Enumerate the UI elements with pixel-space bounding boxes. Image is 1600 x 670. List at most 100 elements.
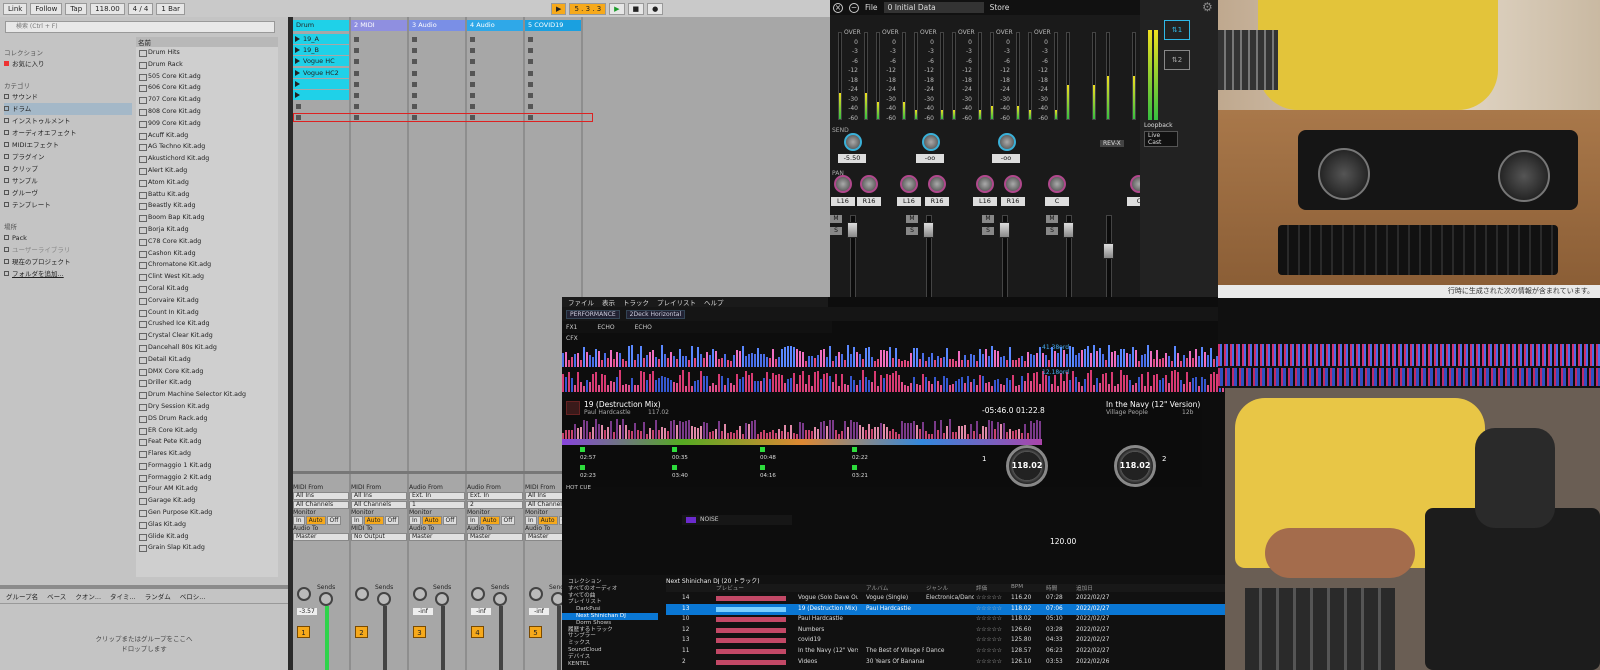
- follow-button[interactable]: Follow: [30, 2, 63, 15]
- hot-cue-marker[interactable]: [760, 465, 765, 470]
- send-knob[interactable]: [319, 592, 333, 606]
- clip-slot[interactable]: [296, 104, 301, 110]
- clip-slot[interactable]: [354, 81, 359, 87]
- pan-knob[interactable]: [413, 587, 427, 601]
- fx2-effect[interactable]: ECHO: [635, 324, 652, 331]
- monitor-in-button[interactable]: In: [409, 516, 421, 525]
- place-item[interactable]: フォルダを追加...: [4, 268, 132, 280]
- column-header[interactable]: 追加日: [1076, 584, 1093, 592]
- send-knob[interactable]: [844, 133, 862, 151]
- file-item[interactable]: AG Techno Kit.adg: [136, 141, 278, 153]
- file-item[interactable]: Crushed Ice Kit.adg: [136, 318, 278, 330]
- file-item[interactable]: Clint West Kit.adg: [136, 271, 278, 283]
- file-item[interactable]: Flares Kit.adg: [136, 448, 278, 460]
- place-item[interactable]: ユーザーライブラリ: [4, 244, 132, 256]
- clip-slot[interactable]: [470, 104, 475, 110]
- menu-item[interactable]: プレイリスト: [657, 297, 696, 307]
- pan-knob[interactable]: [297, 587, 311, 601]
- file-item[interactable]: 909 Core Kit.adg: [136, 118, 278, 130]
- channel-fader-cap[interactable]: [1103, 243, 1114, 259]
- monitor-auto-button[interactable]: Auto: [537, 516, 558, 525]
- clip[interactable]: 19_A: [293, 34, 349, 44]
- solo-button[interactable]: S: [906, 227, 918, 235]
- browser-search-input[interactable]: 検索 (Ctrl + F): [5, 21, 275, 33]
- file-item[interactable]: 505 Core Kit.adg: [136, 71, 278, 83]
- link-button[interactable]: Link: [3, 2, 28, 15]
- io-to-select[interactable]: No Output: [351, 533, 407, 541]
- file-item[interactable]: Drum Hits: [136, 47, 278, 59]
- clip-slot[interactable]: [470, 93, 475, 98]
- io-from-select[interactable]: All Ins: [351, 492, 407, 500]
- record-button[interactable]: ●: [647, 2, 664, 15]
- pan-knob[interactable]: [860, 175, 878, 193]
- category-item[interactable]: オーディオエフェクト: [4, 127, 132, 139]
- file-item[interactable]: Alert Kit.adg: [136, 165, 278, 177]
- file-item[interactable]: Cashon Kit.adg: [136, 248, 278, 260]
- loopback-select[interactable]: Live Cast: [1144, 131, 1178, 147]
- library-row[interactable]: 13 19 (Destruction Mix) Paul Hardcastle ☆☆☆…: [666, 603, 1226, 615]
- routing-icon[interactable]: ⇅1: [1164, 20, 1190, 40]
- clip-slot[interactable]: [470, 81, 475, 87]
- io-to-select[interactable]: Master: [467, 533, 523, 541]
- clip-slot[interactable]: [528, 37, 533, 42]
- track-header[interactable]: 5 COVID19: [525, 20, 581, 31]
- channel-fader-cap[interactable]: [847, 222, 858, 238]
- file-item[interactable]: Battu Kit.adg: [136, 189, 278, 201]
- tempo-field[interactable]: 118.00: [90, 2, 125, 15]
- row-rating[interactable]: ☆☆☆☆☆: [976, 614, 1002, 625]
- monitor-auto-button[interactable]: Auto: [363, 516, 384, 525]
- library-row[interactable]: 13 covid19 ☆☆☆☆☆ 125.80 04:33 2022/02/27: [666, 635, 1226, 646]
- column-header[interactable]: BPM: [1011, 584, 1023, 590]
- close-icon[interactable]: ×: [833, 2, 843, 13]
- solo-button[interactable]: S: [1046, 227, 1058, 235]
- monitor-off-button[interactable]: Off: [326, 516, 342, 525]
- hot-cue-marker[interactable]: [852, 447, 857, 452]
- track-activator[interactable]: 4: [471, 626, 484, 638]
- pan-knob[interactable]: [355, 587, 369, 601]
- file-item[interactable]: Acuff Kit.adg: [136, 130, 278, 142]
- file-item[interactable]: Gen Purpose Kit.adg: [136, 507, 278, 519]
- channel-fader-cap[interactable]: [923, 222, 934, 238]
- send-knob[interactable]: [435, 592, 449, 606]
- clip-slot[interactable]: [528, 59, 533, 65]
- category-item[interactable]: グルーヴ: [4, 187, 132, 199]
- clip-slot[interactable]: [412, 48, 417, 54]
- clip-slot[interactable]: [412, 37, 417, 42]
- category-item[interactable]: テンプレート: [4, 199, 132, 211]
- column-header[interactable]: 時間: [1046, 584, 1057, 592]
- solo-button[interactable]: S: [830, 227, 842, 235]
- pan-knob[interactable]: [928, 175, 946, 193]
- monitor-off-button[interactable]: Off: [384, 516, 400, 525]
- solo-button[interactable]: S: [982, 227, 994, 235]
- mode-select[interactable]: PERFORMANCE: [566, 309, 620, 319]
- monitor-auto-button[interactable]: Auto: [421, 516, 442, 525]
- monitor-in-button[interactable]: In: [351, 516, 363, 525]
- mute-button[interactable]: M: [906, 215, 918, 223]
- io-from-select[interactable]: Ext. In: [467, 492, 523, 500]
- hot-cue-marker[interactable]: [580, 465, 585, 470]
- track-header[interactable]: 4 Audio: [467, 20, 523, 31]
- menu-item[interactable]: 表示: [602, 297, 615, 307]
- menu-item[interactable]: ヘルプ: [704, 297, 724, 307]
- channel-fader-cap[interactable]: [1063, 222, 1074, 238]
- clip-slot[interactable]: [354, 59, 359, 65]
- row-rating[interactable]: ☆☆☆☆☆: [976, 635, 1002, 646]
- menu-item[interactable]: トラック: [623, 297, 649, 307]
- column-header[interactable]: 評価: [976, 584, 987, 592]
- io-channel-select[interactable]: All Channels: [351, 501, 407, 509]
- io-to-select[interactable]: Master: [293, 533, 349, 541]
- send-knob[interactable]: [493, 592, 507, 606]
- monitor-off-button[interactable]: Off: [442, 516, 458, 525]
- clip-slot[interactable]: [528, 104, 533, 110]
- file-item[interactable]: Glas Kit.adg: [136, 519, 278, 531]
- volume-display[interactable]: -inf: [413, 608, 433, 615]
- pan-knob[interactable]: [1004, 175, 1022, 193]
- file-item[interactable]: Coral Kit.adg: [136, 283, 278, 295]
- clip-slot[interactable]: [354, 93, 359, 98]
- file-item[interactable]: Four AM Kit.adg: [136, 483, 278, 495]
- file-item[interactable]: Corvaire Kit.adg: [136, 295, 278, 307]
- tree-item[interactable]: DarkPusi: [562, 606, 658, 613]
- volume-display[interactable]: -inf: [471, 608, 491, 615]
- clip-slot[interactable]: [470, 37, 475, 42]
- hot-cue-marker[interactable]: [672, 465, 677, 470]
